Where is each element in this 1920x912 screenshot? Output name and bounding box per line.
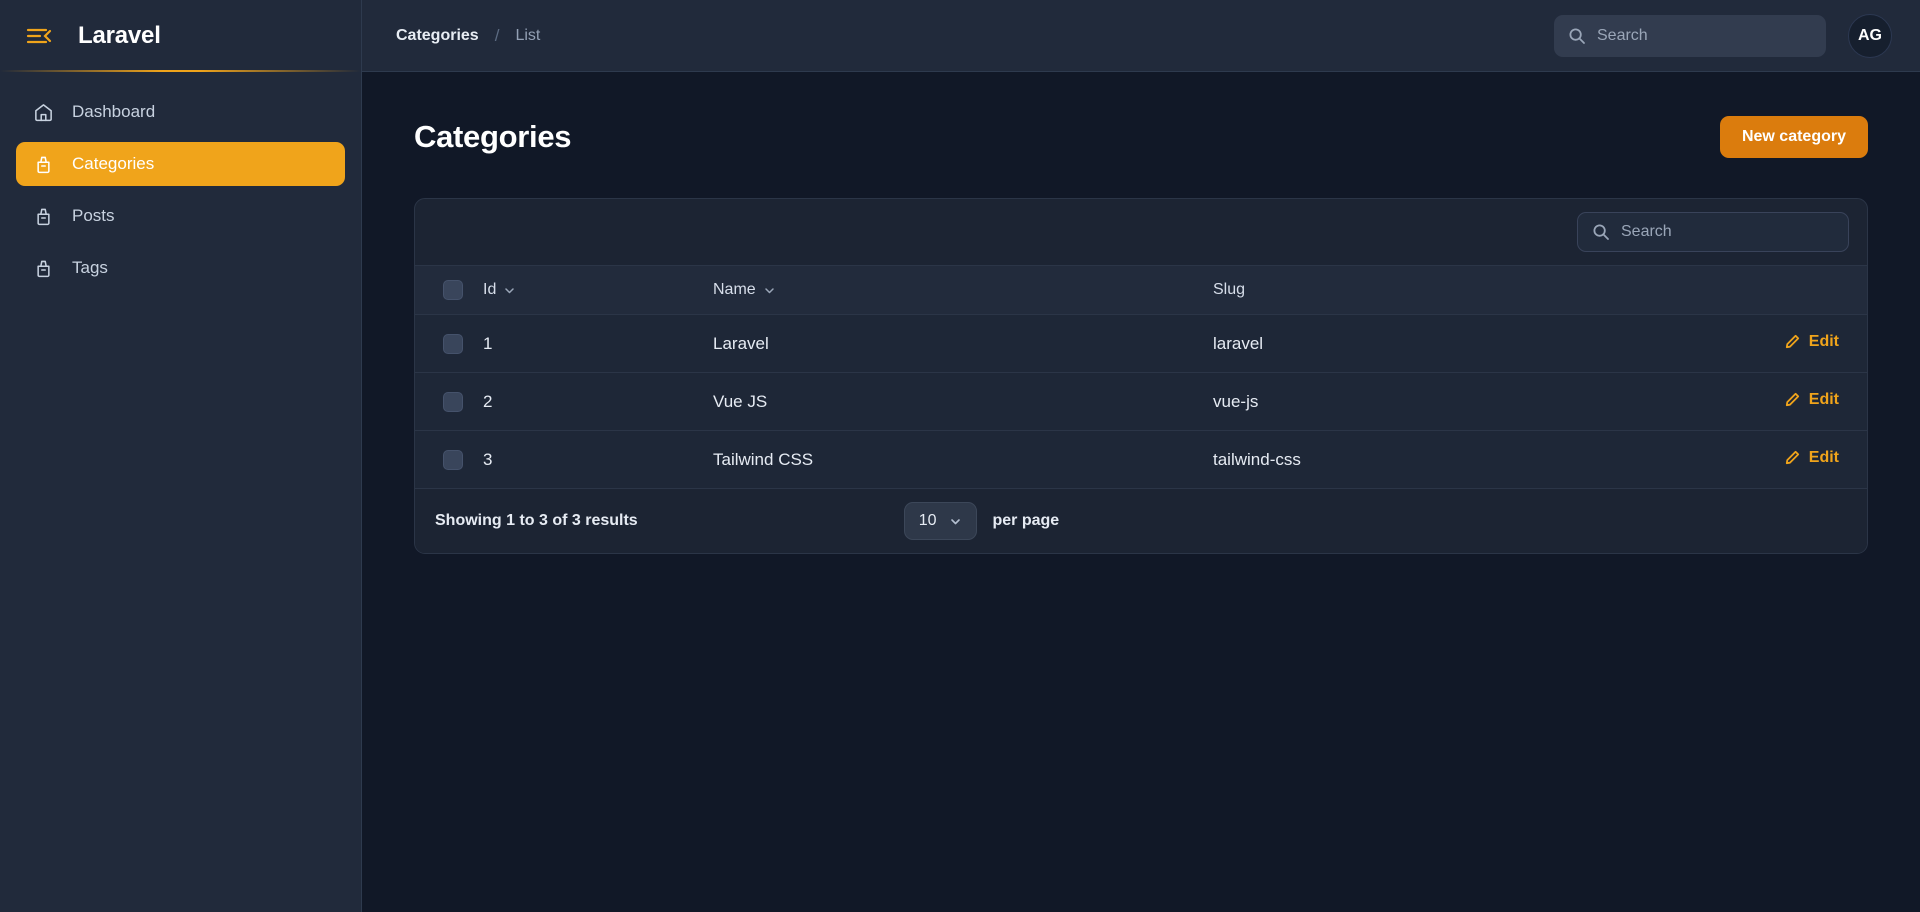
pagination-controls: 10 per page <box>903 502 1060 540</box>
chevron-down-icon <box>764 285 775 296</box>
cell-slug: vue-js <box>1213 372 1717 431</box>
breadcrumb-current: List <box>515 26 541 44</box>
row-checkbox[interactable] <box>443 333 463 354</box>
app-root: Laravel Dashboard Categories Posts Tags … <box>0 0 1920 912</box>
column-header-slug[interactable]: Slug <box>1213 265 1717 315</box>
categories-table-card: Id Name <box>414 198 1868 554</box>
edit-label: Edit <box>1808 390 1839 408</box>
archive-box-icon <box>33 206 54 227</box>
cell-actions: Edit <box>1717 372 1867 431</box>
cell-actions: Edit <box>1717 314 1867 373</box>
breadcrumb-root[interactable]: Categories <box>396 27 479 45</box>
row-checkbox[interactable] <box>443 449 463 470</box>
column-label: Slug <box>1213 281 1246 298</box>
global-search[interactable] <box>1554 14 1826 57</box>
pencil-icon <box>1785 334 1800 349</box>
avatar[interactable]: AG <box>1848 13 1892 58</box>
sidebar-item-dashboard[interactable]: Dashboard <box>16 90 345 134</box>
edit-link[interactable]: Edit <box>1785 333 1839 351</box>
sidebar-nav: Dashboard Categories Posts Tags <box>0 72 361 290</box>
per-page-label: per page <box>992 512 1060 529</box>
edit-link[interactable]: Edit <box>1785 449 1839 467</box>
archive-box-icon <box>33 154 54 175</box>
sidebar-item-label: Tags <box>72 258 108 277</box>
cell-id: 3 <box>483 430 713 489</box>
page-title: Categories <box>414 119 572 154</box>
pencil-icon <box>1785 392 1800 407</box>
topbar: Categories / List AG <box>362 0 1920 72</box>
column-label: Id <box>483 281 497 298</box>
table-toolbar <box>415 199 1867 265</box>
select-all-checkbox[interactable] <box>443 280 463 300</box>
table-row[interactable]: 2 Vue JS vue-js Edit <box>415 372 1867 431</box>
per-page-value: 10 <box>918 512 937 529</box>
column-header-actions <box>1717 265 1867 315</box>
brand-name: Laravel <box>78 22 161 49</box>
topbar-right: AG <box>1554 13 1892 58</box>
cell-name: Tailwind CSS <box>713 430 1213 489</box>
avatar-initials: AG <box>1858 26 1882 44</box>
column-header-id[interactable]: Id <box>483 265 713 315</box>
sidebar-item-tags[interactable]: Tags <box>16 246 345 290</box>
column-label: Name <box>713 281 756 298</box>
sidebar-brand: Laravel <box>0 0 361 72</box>
chevron-down-icon <box>504 285 515 296</box>
column-header-name[interactable]: Name <box>713 265 1213 315</box>
table-footer: Showing 1 to 3 of 3 results 10 per page <box>415 489 1867 553</box>
sidebar: Laravel Dashboard Categories Posts Tags <box>0 0 362 912</box>
cell-name: Vue JS <box>713 372 1213 431</box>
table-header-row: Id Name Slug <box>415 265 1867 315</box>
cell-id: 2 <box>483 372 713 431</box>
table-search-input[interactable] <box>1621 223 1834 241</box>
edit-label: Edit <box>1808 332 1839 350</box>
global-search-input[interactable] <box>1597 26 1812 45</box>
select-all-header <box>415 265 483 315</box>
sidebar-item-label: Dashboard <box>72 102 156 121</box>
categories-table: Id Name Slug 1 Laravel laravel Edit 2 Vu… <box>415 265 1867 489</box>
sidebar-item-categories[interactable]: Categories <box>16 142 345 186</box>
table-row[interactable]: 3 Tailwind CSS tailwind-css Edit <box>415 430 1867 489</box>
new-category-button[interactable]: New category <box>1719 116 1868 158</box>
row-checkbox[interactable] <box>443 391 463 412</box>
table-row[interactable]: 1 Laravel laravel Edit <box>415 314 1867 373</box>
table-search[interactable] <box>1577 212 1849 252</box>
breadcrumb: Categories / List <box>396 26 540 46</box>
per-page-select[interactable]: 10 <box>903 502 977 540</box>
cell-name: Laravel <box>713 314 1213 373</box>
cell-slug: tailwind-css <box>1213 430 1717 489</box>
menu-collapse-icon[interactable] <box>26 26 52 46</box>
row-select-cell <box>415 430 483 489</box>
edit-label: Edit <box>1808 448 1839 466</box>
table-body: 1 Laravel laravel Edit 2 Vue JS vue-js E… <box>415 314 1867 489</box>
main-area: Categories / List AG <box>362 0 1920 912</box>
search-icon <box>1568 27 1586 45</box>
home-icon <box>33 102 54 123</box>
page-header: Categories New category <box>414 116 1868 158</box>
cell-id: 1 <box>483 314 713 373</box>
pencil-icon <box>1785 450 1800 465</box>
archive-box-icon <box>33 258 54 279</box>
breadcrumb-separator: / <box>494 25 500 45</box>
edit-link[interactable]: Edit <box>1785 391 1839 409</box>
row-select-cell <box>415 372 483 431</box>
sidebar-item-label: Categories <box>72 154 155 173</box>
sidebar-item-label: Posts <box>72 206 115 225</box>
sidebar-item-posts[interactable]: Posts <box>16 194 345 238</box>
table-head: Id Name Slug <box>415 265 1867 315</box>
search-icon <box>1592 223 1610 241</box>
chevron-down-icon <box>949 515 962 528</box>
results-summary: Showing 1 to 3 of 3 results <box>435 512 638 529</box>
cell-slug: laravel <box>1213 314 1717 373</box>
cell-actions: Edit <box>1717 430 1867 489</box>
row-select-cell <box>415 314 483 373</box>
content: Categories New category Search Id Name S… <box>362 72 1920 912</box>
